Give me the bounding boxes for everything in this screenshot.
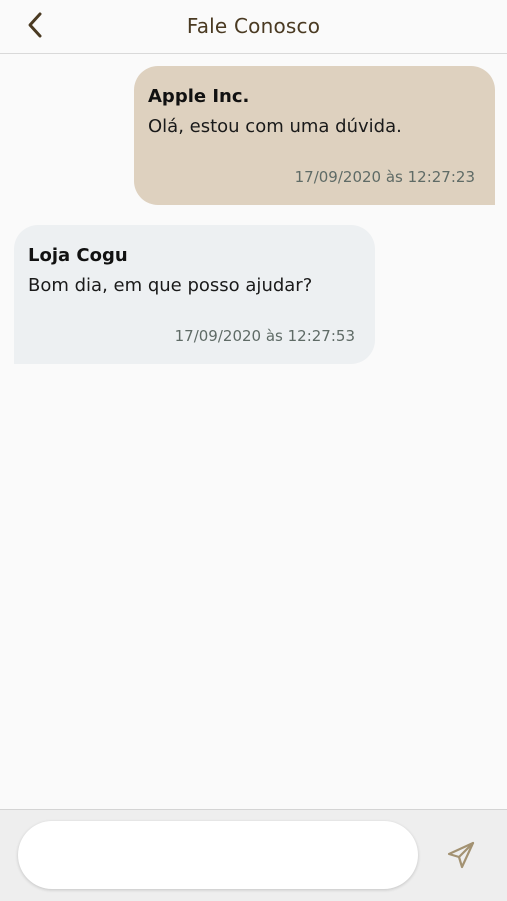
send-icon xyxy=(446,840,476,874)
message-sender: Loja Cogu xyxy=(28,245,128,266)
page-title: Fale Conosco xyxy=(186,14,321,38)
message-sender: Apple Inc. xyxy=(148,86,250,107)
message-composer xyxy=(0,809,507,901)
send-button[interactable] xyxy=(444,840,478,874)
app-header: Fale Conosco xyxy=(0,0,507,54)
message-timestamp: 17/09/2020 às 12:27:53 xyxy=(174,327,355,345)
message-text: Olá, estou com uma dúvida. xyxy=(148,116,402,137)
message-text: Bom dia, em que posso ajudar? xyxy=(28,275,313,296)
message-input[interactable] xyxy=(18,821,418,889)
message-list[interactable]: Apple Inc. Olá, estou com uma dúvida. 17… xyxy=(0,54,507,809)
message-timestamp: 17/09/2020 às 12:27:23 xyxy=(294,168,475,186)
received-message-bubble: Loja Cogu Bom dia, em que posso ajudar? … xyxy=(14,225,375,364)
sent-message-bubble: Apple Inc. Olá, estou com uma dúvida. 17… xyxy=(134,66,495,205)
